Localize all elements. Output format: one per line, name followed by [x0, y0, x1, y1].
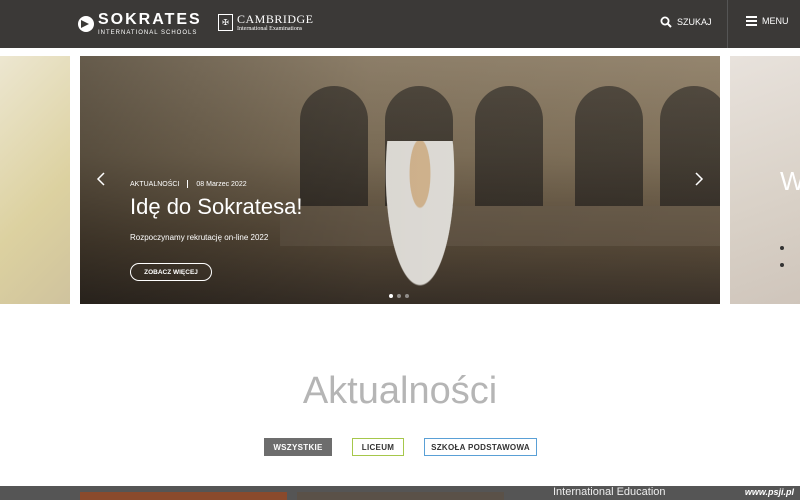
- sokrates-logo-text: SOKRATES INTERNATIONAL SCHOOLS: [98, 11, 202, 37]
- cambridge-subtitle: International Examinations: [237, 26, 303, 32]
- slider-dot[interactable]: [397, 294, 401, 298]
- filter-liceum-button[interactable]: LICEUM: [352, 438, 404, 456]
- slide-category[interactable]: AKTUALNOŚCI: [130, 181, 179, 188]
- sokrates-logo[interactable]: SOKRATES INTERNATIONAL SCHOOLS: [78, 12, 202, 36]
- slider-next-button[interactable]: [694, 172, 704, 186]
- chevron-left-icon: [96, 172, 105, 186]
- slider-dot[interactable]: [389, 294, 393, 298]
- hamburger-icon: [746, 16, 757, 26]
- cambridge-logo-text: CAMBRIDGE International Examinations: [237, 13, 314, 32]
- search-label: SZUKAJ: [677, 17, 712, 27]
- slider-prev-button[interactable]: [96, 172, 106, 186]
- news-card-image[interactable]: [80, 492, 287, 500]
- menu-button[interactable]: MENU: [746, 16, 789, 26]
- search-button[interactable]: SZUKAJ: [660, 16, 712, 28]
- watermark: www.psji.pl: [744, 487, 794, 497]
- slide-preview-bullet: [780, 263, 784, 267]
- logo-name: SOKRATES: [98, 11, 202, 28]
- cambridge-crest-icon: ✠: [218, 14, 233, 31]
- slide-preview-bullet: [780, 246, 784, 250]
- news-card-image[interactable]: [297, 492, 504, 500]
- slider-dot[interactable]: [405, 294, 409, 298]
- menu-label: MENU: [762, 16, 789, 26]
- filter-primary-school-button[interactable]: SZKOŁA PODSTAWOWA: [424, 438, 537, 456]
- slider-pagination: [389, 294, 413, 298]
- slide-date: 08 Marzec 2022: [196, 180, 247, 188]
- slide-preview-next[interactable]: W: [730, 56, 800, 304]
- slide-preview-previous[interactable]: [0, 56, 70, 304]
- chevron-right-icon: [695, 172, 704, 186]
- top-header: SOKRATES INTERNATIONAL SCHOOLS ✠ CAMBRID…: [0, 0, 800, 48]
- header-divider: [727, 0, 728, 48]
- meta-divider: [187, 180, 189, 188]
- slide-subtitle: Rozpoczynamy rekrutację on-line 2022: [130, 233, 269, 242]
- search-icon: [660, 16, 672, 28]
- logo-subtitle: INTERNATIONAL SCHOOLS: [98, 30, 198, 36]
- filter-all-button[interactable]: WSZYSTKIE: [264, 438, 332, 456]
- cambridge-name: CAMBRIDGE: [237, 12, 314, 26]
- slide-title[interactable]: Idę do Sokratesa!: [130, 194, 302, 220]
- slide-meta: AKTUALNOŚCI 08 Marzec 2022: [130, 180, 247, 188]
- news-section-title: Aktualności: [302, 370, 498, 412]
- cambridge-logo[interactable]: ✠ CAMBRIDGE International Examinations: [218, 13, 314, 32]
- news-card-title[interactable]: International Education: [553, 486, 666, 498]
- slide-preview-heading: W: [780, 166, 800, 196]
- sokrates-logo-icon: [78, 16, 94, 32]
- see-more-button[interactable]: ZOBACZ WIĘCEJ: [130, 263, 212, 281]
